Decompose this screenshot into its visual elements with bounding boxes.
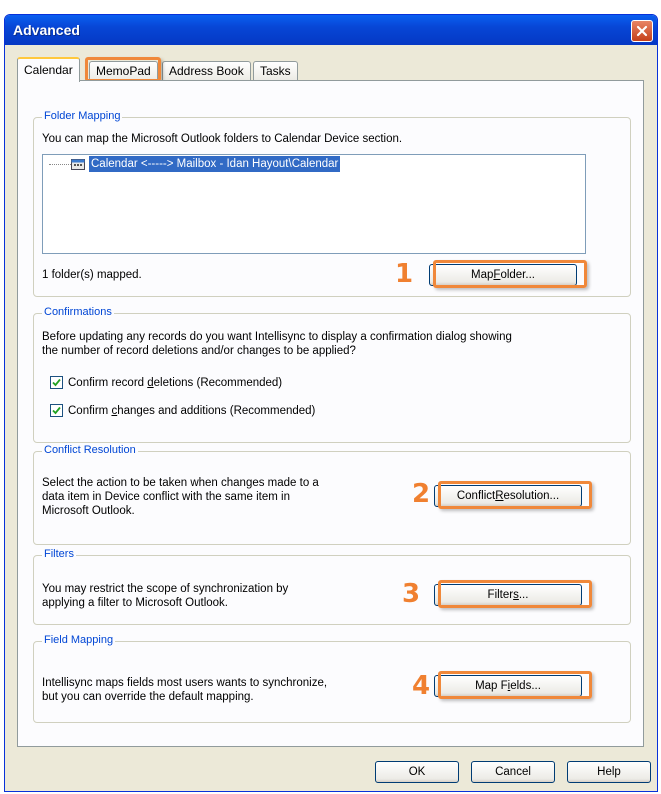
conflict-description-1: Select the action to be taken when chang… (42, 477, 319, 489)
confirmations-label: Confirmations (42, 306, 114, 318)
tab-address-book[interactable]: Address Book (162, 61, 251, 80)
filters-btn-post: ... (518, 589, 529, 601)
confirmations-description-2: the number of record deletions and/or ch… (42, 345, 356, 357)
field-mapping-group: Field Mapping Intellisync maps fields mo… (33, 634, 631, 723)
filters-group: Filters You may restrict the scope of sy… (33, 548, 631, 625)
conflict-description-3: Microsoft Outlook. (42, 505, 135, 517)
filters-description-1: You may restrict the scope of synchroniz… (42, 583, 289, 595)
confirm-deletions-label[interactable]: Confirm record deletions (Recommended) (68, 376, 282, 390)
filters-btn-pre: Filter (487, 589, 514, 601)
field-mapping-label: Field Mapping (42, 634, 116, 646)
folder-mapping-item[interactable]: Calendar <-----> Mailbox - Idan Hayout\C… (89, 156, 341, 172)
folder-mapping-description: You can map the Microsoft Outlook folder… (42, 133, 403, 145)
conflict-btn-key: R (495, 490, 504, 502)
annotation-number-4: 4 (412, 671, 431, 701)
map-folder-label-pre: Map (471, 269, 494, 281)
filters-description-2: applying a filter to Microsoft Outlook. (42, 597, 228, 609)
confirm-changes-pre: Confirm (68, 405, 112, 417)
annotation-number-2: 2 (412, 479, 431, 509)
confirm-changes-post: hanges and additions (Recommended) (117, 405, 316, 417)
close-x-icon (636, 25, 648, 37)
map-fields-btn-pre: Map F (475, 680, 508, 692)
folder-mapping-status: 1 folder(s) mapped. (42, 269, 142, 281)
conflict-resolution-button[interactable]: Conflict Resolution... (434, 485, 582, 507)
ok-button[interactable]: OK (375, 761, 459, 783)
map-folder-label-key: F (493, 269, 501, 281)
confirm-deletions-checkbox[interactable] (50, 376, 63, 389)
confirmations-group: Confirmations Before updating any record… (33, 306, 631, 443)
annotation-number-3: 3 (402, 579, 421, 609)
confirmations-description-1: Before updating any records do you want … (42, 331, 512, 343)
map-folder-label-post: older... (500, 269, 535, 281)
annotation-number-1: 1 (395, 259, 414, 289)
advanced-dialog: Advanced Calendar MemoPad Address Book T… (4, 14, 658, 792)
window-title: Advanced (13, 22, 80, 38)
field-mapping-description-2: but you can override the default mapping… (42, 691, 254, 703)
map-fields-button[interactable]: Map Fi elds... (434, 675, 582, 697)
checkmark-icon (52, 378, 61, 387)
folder-mapping-label: Folder Mapping (42, 110, 123, 122)
tab-strip: Calendar MemoPad Address Book Tasks (17, 57, 637, 82)
tree-connector (49, 164, 71, 165)
help-button[interactable]: Help (567, 761, 651, 783)
folder-mapping-list[interactable]: Calendar <-----> Mailbox - Idan Hayout\C… (42, 154, 586, 254)
field-mapping-description-1: Intellisync maps fields most users wants… (42, 677, 328, 689)
close-button[interactable] (631, 20, 653, 42)
confirm-deletions-pre: Confirm record (68, 377, 148, 389)
map-fields-btn-post: elds... (510, 680, 541, 692)
conflict-btn-pre: Conflict (456, 490, 496, 502)
conflict-resolution-label: Conflict Resolution (42, 444, 138, 456)
checkmark-icon (52, 406, 61, 415)
filters-button[interactable]: Filter s... (434, 584, 582, 606)
conflict-btn-post: esolution... (503, 490, 560, 502)
confirm-changes-checkbox[interactable] (50, 404, 63, 417)
tab-memopad[interactable]: MemoPad (89, 61, 158, 80)
confirm-changes-label[interactable]: Confirm changes and additions (Recommend… (68, 404, 315, 418)
cancel-button[interactable]: Cancel (471, 761, 555, 783)
conflict-resolution-group: Conflict Resolution Select the action to… (33, 444, 631, 545)
folder-mapping-group: Folder Mapping You can map the Microsoft… (33, 110, 631, 297)
title-bar[interactable]: Advanced (5, 15, 657, 45)
filters-label: Filters (42, 548, 76, 560)
tab-calendar[interactable]: Calendar (17, 57, 80, 82)
tab-tasks[interactable]: Tasks (253, 61, 298, 80)
map-folder-button[interactable]: Map Folder... (429, 264, 577, 286)
conflict-description-2: data item in Device conflict with the sa… (42, 491, 290, 503)
calendar-folder-icon (71, 159, 85, 170)
confirm-deletions-post: eletions (Recommended) (153, 377, 283, 389)
